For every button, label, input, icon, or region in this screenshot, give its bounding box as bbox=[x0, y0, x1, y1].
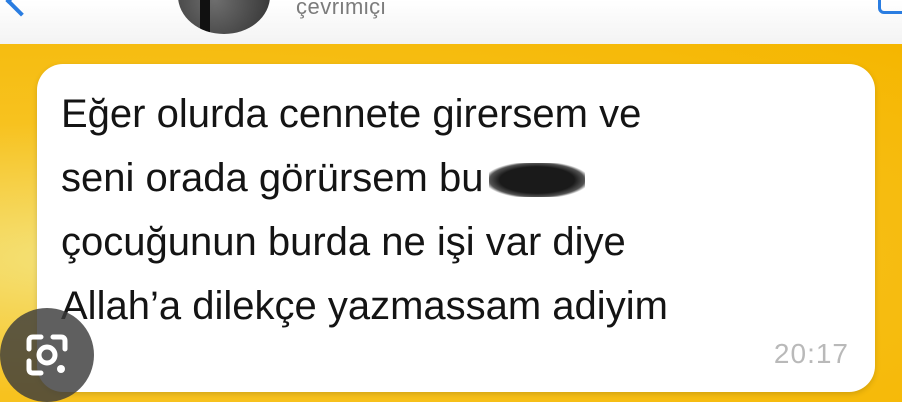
chat-header: çevrimiçi bbox=[0, 0, 902, 45]
google-lens-icon bbox=[26, 334, 68, 376]
message-line: Eğer olurda cennete girersem ve bbox=[61, 92, 642, 136]
message-line: çocuğunun burda ne işi var diye bbox=[61, 220, 626, 264]
avatar[interactable] bbox=[178, 0, 270, 34]
message-text: Eğer olurda cennete girersem ve seni ora… bbox=[61, 82, 851, 338]
lens-button[interactable] bbox=[0, 308, 94, 402]
menu-icon[interactable] bbox=[878, 0, 902, 14]
message-bubble[interactable]: Eğer olurda cennete girersem ve seni ora… bbox=[37, 64, 875, 392]
message-line: seni orada görürsem bu bbox=[61, 146, 851, 210]
redaction-scribble bbox=[489, 163, 586, 198]
message-line: Allah’a dilekçe yazmassam adiyim bbox=[61, 284, 668, 328]
contact-status: çevrimiçi bbox=[296, 0, 387, 19]
chevron-left-icon[interactable] bbox=[5, 0, 37, 17]
message-timestamp: 20:17 bbox=[773, 338, 849, 369]
message-line-text: seni orada görürsem bu bbox=[61, 156, 484, 200]
